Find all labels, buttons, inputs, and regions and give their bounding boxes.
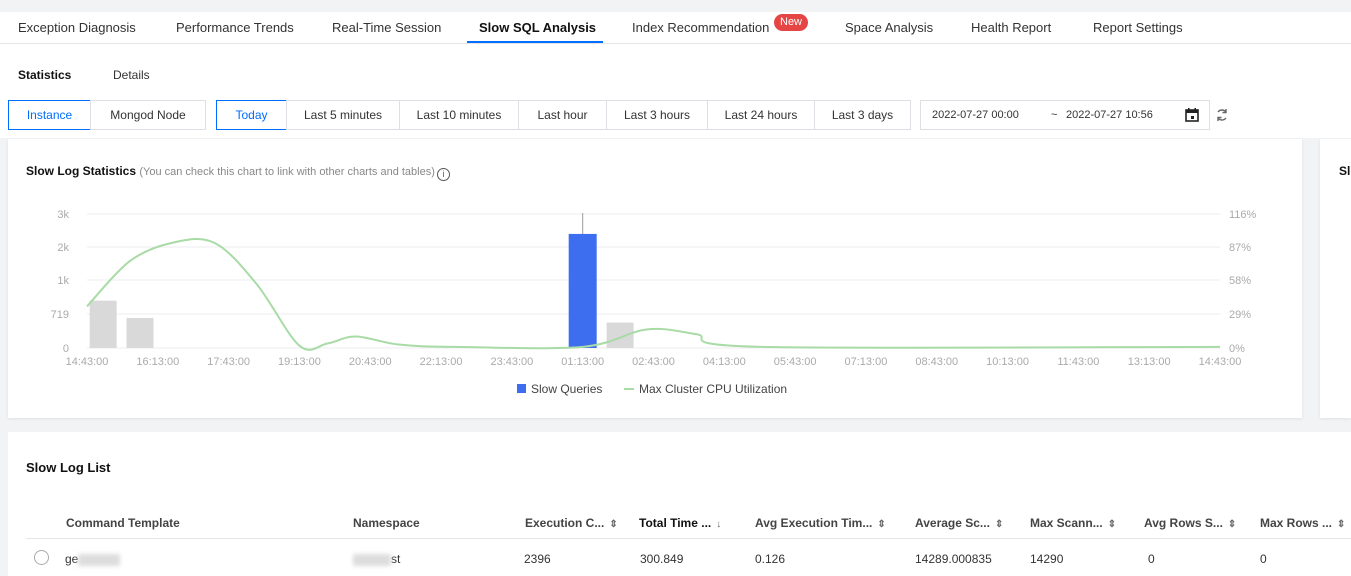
side-card-title: Sl — [1339, 164, 1351, 178]
background-bar — [126, 317, 154, 348]
slow-log-statistics-card: Slow Log Statistics (You can check this … — [8, 139, 1302, 418]
date-separator: ~ — [1051, 109, 1058, 121]
sort-icon[interactable]: ⇕ — [1337, 519, 1345, 530]
tab-real-time-session[interactable]: Real-Time Session — [332, 20, 441, 35]
x-tick: 10:13:00 — [986, 356, 1029, 368]
cell-total-time: 300.849 — [640, 552, 684, 566]
last-3-hours-button[interactable]: Last 3 hours — [606, 100, 708, 130]
new-badge: New — [774, 14, 809, 31]
col-total-time[interactable]: Total Time ... ↓ — [639, 516, 721, 530]
instance-button[interactable]: Instance — [8, 100, 91, 130]
side-card: Sl — [1320, 139, 1351, 418]
filter-bar: Instance Mongod Node Today Last 5 minute… — [0, 90, 1351, 138]
x-tick: 14:43:00 — [1199, 356, 1242, 368]
col-avg-rows-sent[interactable]: Avg Rows S... ⇕ — [1144, 516, 1236, 530]
x-tick: 23:43:00 — [490, 356, 533, 368]
x-tick: 20:43:00 — [349, 356, 392, 368]
last-hour-button[interactable]: Last hour — [518, 100, 607, 130]
sort-icon[interactable]: ⇕ — [609, 519, 617, 530]
background-bar — [89, 300, 117, 348]
last-24-hours-button[interactable]: Last 24 hours — [707, 100, 815, 130]
cpu-utilization-line — [86, 238, 1221, 351]
tab-statistics[interactable]: Statistics — [18, 68, 71, 82]
x-tick: 05:43:00 — [774, 356, 817, 368]
slow-log-chart[interactable]: 0 719 1k 2k 3k 0% 29% 58% 87% 116% 14:43:00 16:13:0… — [8, 139, 1302, 418]
mongod-node-button[interactable]: Mongod Node — [90, 100, 206, 130]
header-divider — [26, 538, 1351, 539]
date-start: 2022-07-27 00:00 — [932, 109, 1019, 121]
y-left-tick: 1k — [57, 275, 69, 287]
sub-tab-bar: Statistics Details — [0, 44, 1351, 90]
y-right-tick: 0% — [1229, 343, 1245, 355]
cell-template: ge — [65, 552, 121, 566]
legend-max-cpu[interactable]: Max Cluster CPU Utilization — [624, 382, 787, 396]
tab-performance-trends[interactable]: Performance Trends — [176, 20, 294, 35]
cell-avg-rows: 0 — [1148, 552, 1155, 566]
y-right-tick: 116% — [1229, 209, 1257, 221]
row-radio[interactable] — [34, 550, 49, 565]
x-tick: 22:13:00 — [420, 356, 463, 368]
x-tick: 16:13:00 — [136, 356, 179, 368]
sort-desc-icon[interactable]: ↓ — [716, 519, 721, 530]
today-button[interactable]: Today — [216, 100, 287, 130]
cell-avg-time: 0.126 — [755, 552, 786, 566]
last-3-days-button[interactable]: Last 3 days — [814, 100, 911, 130]
x-tick: 19:13:00 — [278, 356, 321, 368]
col-command-template: Command Template — [66, 516, 180, 530]
tab-space-analysis[interactable]: Space Analysis — [845, 20, 933, 35]
cell-max-rows: 0 — [1260, 552, 1267, 566]
cell-namespace: st — [353, 552, 400, 566]
tab-report-settings[interactable]: Report Settings — [1093, 20, 1183, 35]
col-namespace: Namespace — [353, 516, 420, 530]
y-left-tick: 719 — [51, 309, 69, 321]
last-10-minutes-button[interactable]: Last 10 minutes — [399, 100, 519, 130]
x-tick: 08:43:00 — [915, 356, 958, 368]
x-tick: 14:43:00 — [66, 356, 109, 368]
x-tick: 07:13:00 — [845, 356, 888, 368]
y-left-tick: 0 — [63, 343, 69, 355]
tab-details[interactable]: Details — [113, 68, 150, 82]
col-avg-execution-time[interactable]: Avg Execution Tim... ⇕ — [755, 516, 886, 530]
x-tick: 13:13:00 — [1128, 356, 1171, 368]
y-left-tick: 2k — [57, 242, 69, 254]
sort-icon[interactable]: ⇕ — [877, 519, 885, 530]
date-end: 2022-07-27 10:56 — [1066, 109, 1153, 121]
y-left-tick: 3k — [57, 209, 69, 221]
x-tick: 17:43:00 — [207, 356, 250, 368]
sort-icon[interactable]: ⇕ — [1228, 519, 1236, 530]
col-max-rows[interactable]: Max Rows ... ⇕ — [1260, 516, 1345, 530]
sort-icon[interactable]: ⇕ — [995, 519, 1003, 530]
col-max-scanned[interactable]: Max Scann... ⇕ — [1030, 516, 1116, 530]
date-range-picker[interactable]: 2022-07-27 00:00 ~ 2022-07-27 10:56 — [920, 100, 1210, 130]
x-tick: 01:13:00 — [561, 356, 604, 368]
tab-health-report[interactable]: Health Report — [971, 20, 1051, 35]
col-execution-count[interactable]: Execution C... ⇕ — [525, 516, 618, 530]
x-tick: 02:43:00 — [632, 356, 675, 368]
list-title: Slow Log List — [26, 460, 111, 475]
cell-max-scan: 14290 — [1030, 552, 1064, 566]
refresh-icon[interactable] — [1215, 108, 1229, 122]
y-right-tick: 29% — [1229, 309, 1251, 321]
sort-icon[interactable]: ⇕ — [1108, 519, 1116, 530]
background-bar — [606, 322, 634, 348]
cell-exec-count: 2396 — [524, 552, 551, 566]
tab-slow-sql-analysis[interactable]: Slow SQL Analysis — [479, 20, 596, 35]
col-average-scanned[interactable]: Average Sc... ⇕ — [915, 516, 1003, 530]
legend-slow-queries[interactable]: Slow Queries — [517, 382, 602, 396]
active-tab-underline — [467, 41, 603, 43]
calendar-icon[interactable] — [1185, 108, 1199, 122]
top-tab-bar: Exception Diagnosis Performance Trends R… — [0, 12, 1351, 44]
tab-exception-diagnosis[interactable]: Exception Diagnosis — [18, 20, 136, 35]
slow-log-list-card: Slow Log List Command Template Namespace… — [8, 432, 1351, 576]
y-right-tick: 87% — [1229, 242, 1251, 254]
y-right-tick: 58% — [1229, 275, 1251, 287]
tab-index-recommendation[interactable]: Index Recommendation — [632, 20, 769, 35]
x-tick: 11:43:00 — [1057, 356, 1099, 368]
last-5-minutes-button[interactable]: Last 5 minutes — [286, 100, 400, 130]
x-tick: 04:13:00 — [703, 356, 746, 368]
cell-avg-scan: 14289.000835 — [915, 552, 992, 566]
slow-query-bar — [568, 233, 597, 348]
